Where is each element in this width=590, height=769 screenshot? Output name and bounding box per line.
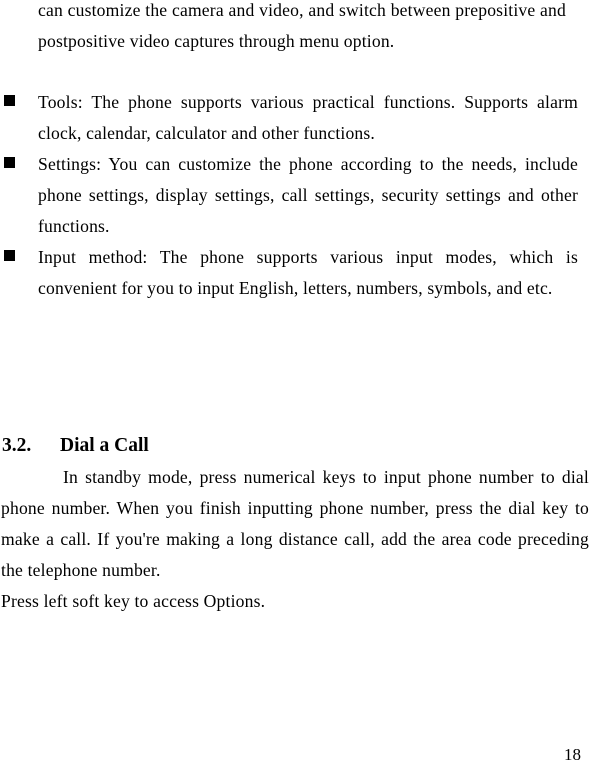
list-item-text: Tools: The phone supports various practi… <box>38 92 578 143</box>
body-paragraph-tail: Press left soft key to access Options. <box>1 591 266 611</box>
list-item: Tools: The phone supports various practi… <box>0 87 590 149</box>
section-title: Dial a Call <box>60 435 149 457</box>
page-number: 18 <box>564 745 581 764</box>
black-square-bullet-icon <box>4 95 15 106</box>
continued-bullet-paragraph: can customize the camera and video, and … <box>38 0 578 57</box>
body-paragraph-block: In standby mode, press numerical keys to… <box>1 462 589 617</box>
section-heading: 3.2. Dial a Call <box>2 433 562 459</box>
continued-paragraph-text: can customize the camera and video, and … <box>38 0 566 51</box>
section-number: 3.2. <box>2 435 32 457</box>
body-paragraph-main: In standby mode, press numerical keys to… <box>1 467 589 580</box>
list-item: Input method: The phone supports various… <box>0 242 590 304</box>
list-item-text: Input method: The phone supports various… <box>38 247 578 298</box>
list-item: Settings: You can customize the phone ac… <box>0 149 590 242</box>
black-square-bullet-icon <box>4 157 15 168</box>
list-item-text: Settings: You can customize the phone ac… <box>38 154 578 236</box>
feature-bullet-list: Tools: The phone supports various practi… <box>0 87 590 304</box>
black-square-bullet-icon <box>4 250 15 261</box>
feature-bullet-list-block: Tools: The phone supports various practi… <box>0 87 590 304</box>
document-page: can customize the camera and video, and … <box>0 0 590 769</box>
